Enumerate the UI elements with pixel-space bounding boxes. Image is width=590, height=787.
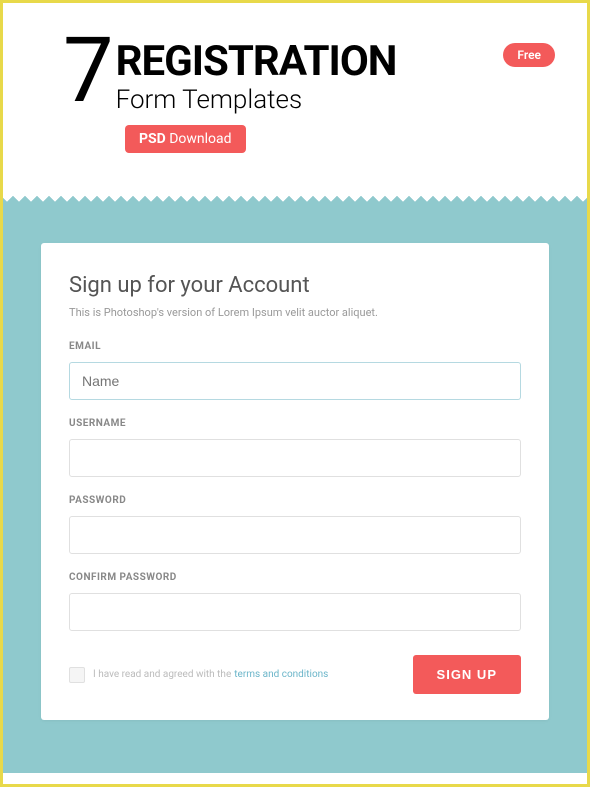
free-badge: Free <box>503 43 555 67</box>
psd-download-badge[interactable]: PSD Download <box>125 125 246 153</box>
header-number: 7 <box>63 33 114 110</box>
username-input[interactable] <box>69 439 521 477</box>
header: 7 REGISTRATION Form Templates Free PSD D… <box>3 3 587 203</box>
form-description: This is Photoshop's version of Lorem Ips… <box>69 306 521 319</box>
confirm-password-input[interactable] <box>69 593 521 631</box>
terms-text: I have read and agreed with the <box>93 669 231 680</box>
form-title: Sign up for your Account <box>69 273 521 298</box>
email-group: EMAIL <box>69 341 521 400</box>
terms-checkbox[interactable] <box>69 667 85 683</box>
password-label: PASSWORD <box>69 495 521 506</box>
signup-button[interactable]: SIGN UP <box>413 655 521 694</box>
psd-label-rest: Download <box>166 131 232 147</box>
username-group: USERNAME <box>69 418 521 477</box>
signup-form-card: Sign up for your Account This is Photosh… <box>41 243 549 720</box>
confirm-password-label: CONFIRM PASSWORD <box>69 572 521 583</box>
password-input[interactable] <box>69 516 521 554</box>
header-title-group: 7 REGISTRATION Form Templates Free <box>63 33 537 115</box>
email-label: EMAIL <box>69 341 521 352</box>
title-text-group: REGISTRATION Form Templates <box>116 33 397 115</box>
username-label: USERNAME <box>69 418 521 429</box>
content-area: Sign up for your Account This is Photosh… <box>3 213 587 773</box>
email-input[interactable] <box>69 362 521 400</box>
psd-label-bold: PSD <box>139 131 166 147</box>
terms-group: I have read and agreed with the terms an… <box>69 667 328 683</box>
confirm-password-group: CONFIRM PASSWORD <box>69 572 521 631</box>
password-group: PASSWORD <box>69 495 521 554</box>
form-footer: I have read and agreed with the terms an… <box>69 655 521 694</box>
header-title: REGISTRATION <box>116 41 397 83</box>
terms-link[interactable]: terms and conditions <box>234 669 328 680</box>
header-subtitle: Form Templates <box>116 85 397 115</box>
zigzag-divider <box>3 203 587 213</box>
